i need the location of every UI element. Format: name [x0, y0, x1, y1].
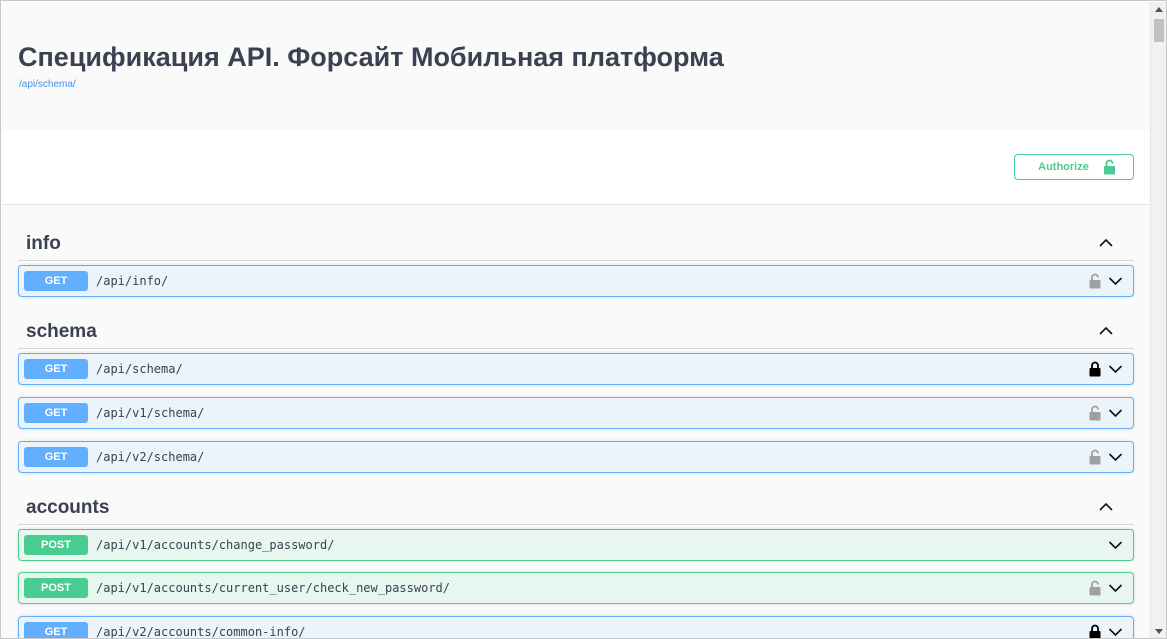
tag-name: accounts — [26, 497, 110, 518]
operation-path: /api/v1/accounts/change_password/ — [96, 538, 335, 552]
unlocked-icon — [1103, 159, 1115, 175]
chevron-down-icon[interactable] — [1108, 407, 1123, 419]
method-badge: POST — [24, 578, 88, 598]
method-badge: POST — [24, 535, 88, 555]
method-badge: GET — [24, 271, 88, 291]
vertical-scrollbar[interactable] — [1150, 2, 1166, 638]
tag-name: schema — [26, 321, 97, 342]
tag-name: info — [26, 233, 61, 254]
chevron-up-icon[interactable] — [1098, 499, 1114, 515]
operation-path: /api/v2/accounts/common-info/ — [96, 625, 306, 639]
operations-area: info GET /api/info/ schema GET /api/sche… — [2, 205, 1150, 639]
locked-icon[interactable] — [1089, 624, 1101, 639]
chevron-down-icon[interactable] — [1108, 363, 1123, 375]
operation-post-change-password[interactable]: POST /api/v1/accounts/change_password/ — [18, 529, 1134, 561]
tag-header-info[interactable]: info — [18, 221, 1134, 261]
locked-icon[interactable] — [1089, 361, 1101, 377]
unlocked-icon[interactable] — [1089, 580, 1101, 596]
unlocked-icon[interactable] — [1089, 449, 1101, 465]
operation-post-check-new-password[interactable]: POST /api/v1/accounts/current_user/check… — [18, 572, 1134, 604]
method-badge: GET — [24, 403, 88, 423]
method-badge: GET — [24, 622, 88, 638]
unlocked-icon[interactable] — [1089, 273, 1101, 289]
scroll-down-arrow-icon[interactable] — [1151, 624, 1166, 638]
scrollbar-thumb[interactable] — [1154, 19, 1164, 42]
operation-get-api-schema[interactable]: GET /api/schema/ — [18, 353, 1134, 385]
chevron-down-icon[interactable] — [1108, 626, 1123, 638]
operation-path: /api/v1/schema/ — [96, 406, 205, 420]
authorize-label: Authorize — [1038, 161, 1089, 173]
browser-frame: Спецификация API. Форсайт Мобильная плат… — [0, 0, 1167, 639]
schema-link[interactable]: /api/schema/ — [19, 79, 76, 90]
scheme-container: Authorize — [2, 130, 1150, 205]
chevron-up-icon[interactable] — [1098, 235, 1114, 251]
page-title: Спецификация API. Форсайт Мобильная плат… — [18, 42, 724, 72]
operation-get-api-info[interactable]: GET /api/info/ — [18, 265, 1134, 297]
operation-path: /api/schema/ — [96, 362, 183, 376]
operation-path: /api/v2/schema/ — [96, 450, 205, 464]
method-badge: GET — [24, 359, 88, 379]
authorize-button[interactable]: Authorize — [1014, 154, 1134, 180]
operation-path: /api/v1/accounts/current_user/check_new_… — [96, 581, 451, 595]
method-badge: GET — [24, 447, 88, 467]
chevron-down-icon[interactable] — [1108, 451, 1123, 463]
operation-get-api-v1-schema[interactable]: GET /api/v1/schema/ — [18, 397, 1134, 429]
unlocked-icon[interactable] — [1089, 405, 1101, 421]
operation-get-api-v2-schema[interactable]: GET /api/v2/schema/ — [18, 441, 1134, 473]
chevron-down-icon[interactable] — [1108, 275, 1123, 287]
info-header: Спецификация API. Форсайт Мобильная плат… — [2, 2, 1150, 130]
scroll-up-arrow-icon[interactable] — [1151, 2, 1166, 17]
operation-get-common-info[interactable]: GET /api/v2/accounts/common-info/ — [18, 616, 1134, 639]
tag-header-schema[interactable]: schema — [18, 309, 1134, 349]
operation-path: /api/info/ — [96, 274, 169, 288]
tag-header-accounts[interactable]: accounts — [18, 485, 1134, 525]
chevron-down-icon[interactable] — [1108, 539, 1123, 551]
swagger-page: Спецификация API. Форсайт Мобильная плат… — [2, 2, 1150, 639]
chevron-down-icon[interactable] — [1108, 582, 1123, 594]
chevron-up-icon[interactable] — [1098, 323, 1114, 339]
